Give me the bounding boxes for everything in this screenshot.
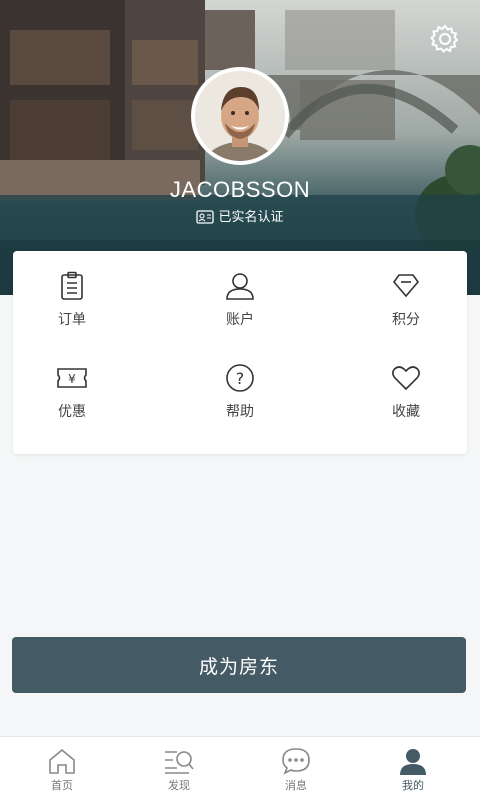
home-icon — [49, 748, 75, 774]
heart-icon — [392, 366, 420, 391]
profile-icon — [400, 749, 426, 775]
nav-item-label: 首页 — [51, 779, 73, 792]
user-icon — [226, 273, 254, 300]
menu-card: 订单 账户 积分 ¥ 优惠 ? 帮助 收藏 — [13, 251, 467, 454]
svg-text:?: ? — [236, 369, 245, 388]
settings-button[interactable] — [428, 22, 462, 56]
menu-item-account[interactable]: 账户 — [185, 271, 295, 341]
bottom-navigation: 首页 发现 消息 我的 — [0, 736, 480, 800]
help-icon: ? — [226, 364, 254, 392]
nav-item-home[interactable]: 首页 — [2, 737, 122, 800]
avatar-image — [195, 71, 285, 161]
coupon-icon: ¥ — [57, 368, 87, 388]
username: JACOBSSON — [169, 177, 311, 202]
message-icon — [282, 748, 310, 775]
nav-item-messages[interactable]: 消息 — [236, 737, 356, 800]
menu-item-label: 收藏 — [392, 404, 420, 420]
verification-label: 已实名认证 — [218, 210, 284, 225]
become-host-button[interactable]: 成为房东 — [12, 637, 466, 693]
menu-item-label: 帮助 — [226, 404, 254, 420]
svg-text:¥: ¥ — [68, 372, 76, 386]
nav-item-label: 我的 — [402, 779, 424, 792]
menu-item-help[interactable]: ? 帮助 — [185, 363, 295, 433]
verification-status: 已实名认证 — [0, 206, 480, 225]
nav-item-label: 消息 — [285, 779, 307, 792]
menu-item-label: 订单 — [58, 312, 86, 328]
nav-item-profile[interactable]: 我的 — [353, 737, 473, 800]
gear-icon — [430, 24, 459, 53]
nav-item-label: 发现 — [168, 779, 190, 792]
menu-item-label: 账户 — [226, 312, 254, 328]
nav-item-discover[interactable]: 发现 — [119, 737, 239, 800]
id-card-icon — [196, 210, 215, 224]
clipboard-icon — [61, 271, 83, 300]
discover-icon — [165, 751, 194, 774]
menu-item-label: 积分 — [392, 312, 420, 328]
menu-item-points[interactable]: 积分 — [351, 271, 461, 341]
menu-item-coupons[interactable]: ¥ 优惠 — [17, 363, 127, 433]
diamond-icon — [392, 274, 420, 298]
menu-item-label: 优惠 — [58, 404, 86, 420]
menu-item-orders[interactable]: 订单 — [17, 271, 127, 341]
avatar[interactable] — [191, 67, 289, 165]
menu-item-favorites[interactable]: 收藏 — [351, 363, 461, 433]
